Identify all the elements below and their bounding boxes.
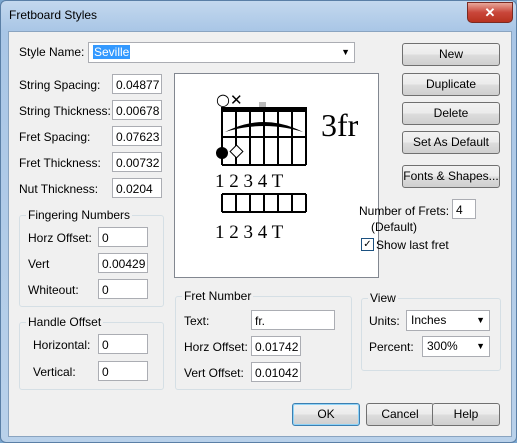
fretboard-preview: ○ ✕ 3fr 1 2 3 4 T 1 2 3 4 T (174, 73, 379, 278)
fingering-horz-label: Horz Offset: (28, 231, 92, 245)
chevron-down-icon: ▼ (476, 341, 485, 351)
cancel-button[interactable]: Cancel (366, 403, 434, 426)
handle-marker (259, 102, 266, 107)
fret-number-text: 3fr (321, 107, 359, 143)
mute-string-marker: ✕ (230, 91, 243, 109)
fret-horz-offset-label: Horz Offset: (184, 340, 248, 354)
string-thickness-label: String Thickness: (19, 104, 111, 118)
finger-labels-bottom: 1 2 3 4 T (215, 222, 284, 243)
fret-number-title: Fret Number (182, 289, 254, 303)
dialog-window: Fretboard Styles ✕ Style Name: Seville ▼… (0, 0, 517, 443)
dialog-client-area: Style Name: Seville ▼ String Spacing: 0.… (8, 31, 512, 437)
units-select[interactable]: Inches ▼ (406, 310, 490, 331)
handle-horizontal-label: Horizontal: (33, 338, 91, 352)
open-string-marker: ○ (216, 90, 230, 109)
fret-thickness-field[interactable]: 0.00732 (112, 152, 162, 172)
string-spacing-label: String Spacing: (19, 78, 101, 92)
number-of-frets-field[interactable]: 4 (452, 199, 476, 219)
style-name-combo[interactable]: Seville ▼ (88, 42, 355, 63)
show-last-fret-checkbox[interactable]: ✓ (361, 238, 374, 251)
fingering-numbers-group: Fingering Numbers Horz Offset: 0 Vert 0.… (19, 208, 164, 307)
fretboard-diagram: ○ ✕ 3fr 1 2 3 4 T 1 2 3 4 T (215, 90, 359, 243)
delete-button[interactable]: Delete (402, 102, 500, 125)
new-button[interactable]: New (402, 43, 500, 66)
fonts-shapes-button[interactable]: Fonts & Shapes... (402, 165, 500, 188)
handle-vertical-label: Vertical: (33, 365, 76, 379)
fret-number-group: Fret Number Text: fr. Horz Offset: 0.017… (175, 289, 352, 390)
fingering-numbers-title: Fingering Numbers (26, 208, 133, 222)
handle-offset-title: Handle Offset (26, 315, 104, 329)
fret-thickness-label: Fret Thickness: (19, 156, 101, 170)
window-title: Fretboard Styles (9, 8, 98, 22)
fret-spacing-label: Fret Spacing: (19, 130, 91, 144)
duplicate-button[interactable]: Duplicate (402, 73, 500, 96)
frets-default-label: (Default) (371, 220, 418, 234)
view-group: View Units: Inches ▼ Percent: 300% ▼ (361, 291, 501, 371)
number-of-frets-label: Number of Frets: (359, 204, 450, 218)
close-button[interactable]: ✕ (467, 2, 513, 23)
fret-text-field[interactable]: fr. (251, 310, 335, 330)
ok-button[interactable]: OK (292, 403, 360, 426)
fret-horz-offset-field[interactable]: 0.01742 (251, 336, 301, 356)
fret-spacing-field[interactable]: 0.07623 (112, 126, 162, 146)
set-as-default-button[interactable]: Set As Default (402, 131, 500, 154)
percent-select[interactable]: 300% ▼ (422, 336, 490, 357)
finger-labels-top: 1 2 3 4 T (215, 171, 284, 192)
nut-thickness-label: Nut Thickness: (19, 182, 99, 196)
whiteout-label: Whiteout: (28, 283, 79, 297)
finger-dot (216, 147, 228, 159)
checkmark-icon: ✓ (363, 239, 372, 250)
percent-value: 300% (427, 339, 458, 353)
chevron-down-icon: ▼ (476, 315, 485, 325)
fingering-vert-field[interactable]: 0.00429 (98, 253, 148, 273)
fingering-horz-field[interactable]: 0 (98, 227, 148, 247)
handle-offset-group: Handle Offset Horizontal: 0 Vertical: 0 (19, 315, 164, 390)
title-bar[interactable]: Fretboard Styles ✕ (1, 1, 516, 29)
percent-label: Percent: (369, 340, 414, 354)
nut-thickness-field[interactable]: 0.0204 (112, 178, 162, 198)
close-icon: ✕ (484, 5, 496, 20)
diamond-marker (229, 144, 244, 159)
handle-vertical-field[interactable]: 0 (98, 361, 148, 381)
whiteout-field[interactable]: 0 (98, 279, 148, 299)
units-value: Inches (411, 313, 447, 327)
string-spacing-field[interactable]: 0.04877 (112, 74, 162, 94)
style-name-label: Style Name: (19, 45, 85, 59)
help-button[interactable]: Help (432, 403, 500, 426)
handle-horizontal-field[interactable]: 0 (98, 334, 148, 354)
show-last-fret-label: Show last fret (376, 238, 449, 252)
fret-vert-offset-label: Vert Offset: (184, 366, 244, 380)
view-title: View (368, 291, 398, 305)
fret-text-label: Text: (184, 314, 210, 328)
string-thickness-field[interactable]: 0.00678 (112, 100, 162, 120)
fingering-vert-label: Vert (28, 257, 50, 271)
style-name-value: Seville (93, 45, 131, 59)
fret-vert-offset-field[interactable]: 0.01042 (251, 362, 301, 382)
units-label: Units: (369, 314, 400, 328)
chevron-down-icon: ▼ (341, 47, 350, 57)
